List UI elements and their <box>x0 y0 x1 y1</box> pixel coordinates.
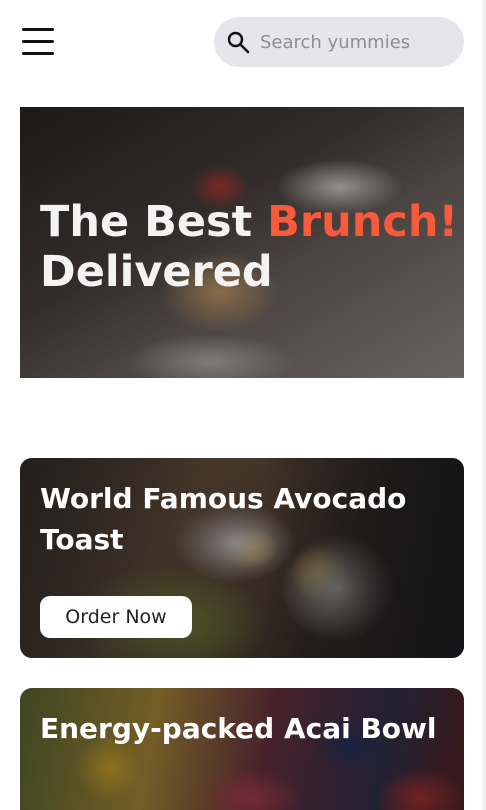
search-icon[interactable] <box>226 30 250 54</box>
menu-line <box>22 52 54 55</box>
menu-line <box>22 28 54 31</box>
hero-banner: The Best Brunch! Delivered <box>20 107 464 378</box>
hero-title-part2: Delivered <box>40 247 273 297</box>
top-bar <box>0 0 486 90</box>
order-now-button[interactable]: Order Now <box>40 596 192 638</box>
card-title: Energy-packed Acai Bowl <box>40 712 437 745</box>
scrollbar[interactable] <box>482 0 486 810</box>
hamburger-menu-icon[interactable] <box>22 26 56 58</box>
search-bar[interactable] <box>214 17 464 67</box>
card-image <box>20 688 464 810</box>
hero-title: The Best Brunch! Delivered <box>40 197 460 297</box>
card-title: World Famous Avocado Toast <box>40 482 407 556</box>
search-input[interactable] <box>260 17 454 67</box>
product-card-avocado-toast[interactable]: World Famous Avocado Toast Order Now <box>20 458 464 658</box>
menu-line <box>22 40 54 43</box>
product-card-acai-bowl[interactable]: Energy-packed Acai Bowl <box>20 688 464 810</box>
hero-title-accent: Brunch! <box>267 197 459 247</box>
hero-title-part1: The Best <box>40 197 268 247</box>
